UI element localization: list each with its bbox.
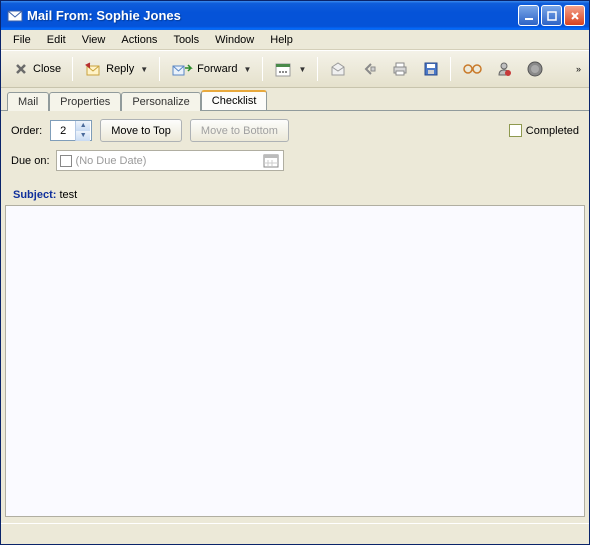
spinner-up-icon[interactable]: ▲ [75, 121, 90, 131]
read-later-button[interactable] [456, 59, 488, 79]
seal-button[interactable] [520, 56, 550, 82]
tab-strip: Mail Properties Personalize Checklist [1, 88, 589, 110]
close-label: Close [33, 63, 61, 75]
calendar-button[interactable]: ▼ [268, 57, 312, 81]
minimize-button[interactable] [518, 5, 539, 26]
menu-help[interactable]: Help [262, 32, 301, 48]
toolbar-overflow-icon[interactable]: » [574, 62, 583, 76]
calendar-icon [274, 61, 292, 77]
separator [159, 57, 160, 81]
menu-window[interactable]: Window [207, 32, 262, 48]
print-icon [391, 61, 409, 77]
person-icon [496, 61, 512, 77]
maximize-button[interactable] [541, 5, 562, 26]
forward-icon [171, 61, 193, 77]
date-picker-icon[interactable] [263, 153, 281, 169]
order-label: Order: [11, 125, 42, 137]
print-button[interactable] [385, 57, 415, 81]
prev-icon [361, 61, 377, 77]
title-bar: Mail From: Sophie Jones [1, 1, 589, 30]
close-window-button[interactable] [564, 5, 585, 26]
spinner-down-icon[interactable]: ▼ [75, 131, 90, 141]
completed-checkbox[interactable] [509, 124, 522, 137]
window-title: Mail From: Sophie Jones [27, 8, 518, 23]
subject-label: Subject: [13, 189, 56, 201]
subject-bar: Subject: test [1, 185, 589, 205]
reply-icon [84, 61, 102, 77]
reply-button[interactable]: Reply ▼ [78, 57, 154, 81]
tab-properties[interactable]: Properties [49, 92, 121, 111]
menu-bar: File Edit View Actions Tools Window Help [1, 30, 589, 50]
due-date-placeholder: (No Due Date) [76, 155, 263, 167]
menu-actions[interactable]: Actions [113, 32, 165, 48]
completed-label: Completed [526, 125, 579, 137]
forward-label: Forward [197, 63, 237, 75]
menu-tools[interactable]: Tools [165, 32, 207, 48]
read-mail-button[interactable] [323, 57, 353, 81]
separator [450, 57, 451, 81]
tab-personalize[interactable]: Personalize [121, 92, 200, 111]
separator [72, 57, 73, 81]
account-button[interactable] [490, 57, 518, 81]
message-body[interactable] [5, 205, 585, 517]
close-icon [13, 61, 29, 77]
menu-file[interactable]: File [5, 32, 39, 48]
separator [317, 57, 318, 81]
save-icon [423, 61, 439, 77]
separator [262, 57, 263, 81]
menu-edit[interactable]: Edit [39, 32, 74, 48]
tab-checklist[interactable]: Checklist [201, 90, 268, 110]
forward-button[interactable]: Forward ▼ [165, 57, 257, 81]
toolbar: Close Reply ▼ Forward ▼ ▼ » [1, 50, 589, 88]
order-spinner[interactable]: ▲ ▼ [50, 120, 92, 141]
open-envelope-icon [329, 61, 347, 77]
reply-dropdown-icon[interactable]: ▼ [140, 65, 148, 74]
move-to-top-button[interactable]: Move to Top [100, 119, 182, 142]
app-icon [7, 8, 23, 24]
move-to-bottom-button: Move to Bottom [190, 119, 289, 142]
close-button[interactable]: Close [7, 57, 67, 81]
order-input[interactable] [51, 125, 75, 137]
due-date-input[interactable]: (No Due Date) [56, 150, 284, 171]
calendar-dropdown-icon[interactable]: ▼ [298, 65, 306, 74]
status-bar [1, 523, 589, 543]
subject-value: test [59, 189, 77, 201]
tab-mail[interactable]: Mail [7, 92, 49, 111]
save-button[interactable] [417, 57, 445, 81]
previous-button[interactable] [355, 57, 383, 81]
reply-label: Reply [106, 63, 134, 75]
checklist-panel: Order: ▲ ▼ Move to Top Move to Bottom Co… [1, 110, 589, 181]
menu-view[interactable]: View [74, 32, 114, 48]
due-on-label: Due on: [11, 155, 50, 167]
glasses-icon [462, 63, 482, 75]
forward-dropdown-icon[interactable]: ▼ [244, 65, 252, 74]
seal-icon [526, 60, 544, 78]
due-date-enable-checkbox[interactable] [60, 155, 72, 167]
